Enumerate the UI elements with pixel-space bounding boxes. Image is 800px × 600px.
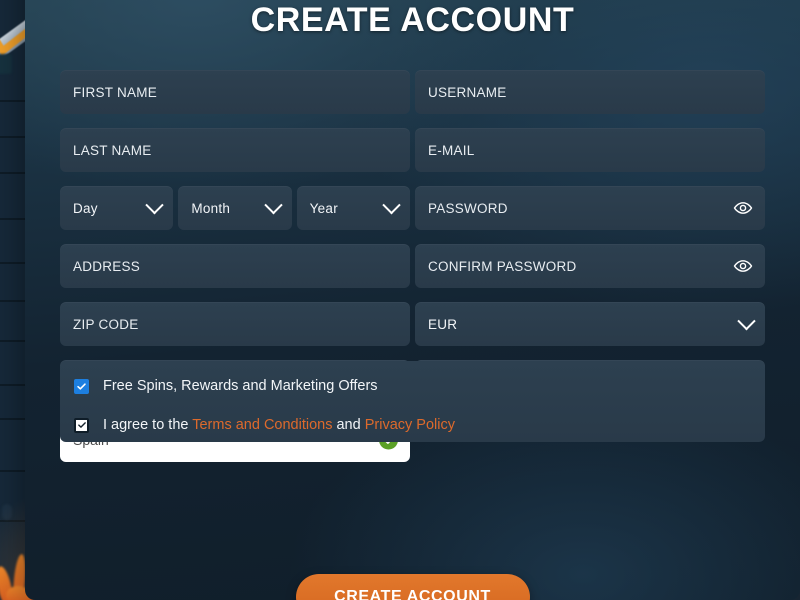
- password-field[interactable]: PASSWORD: [415, 186, 765, 230]
- create-account-button[interactable]: CREATE ACCOUNT: [295, 574, 530, 600]
- username-placeholder: USERNAME: [428, 84, 507, 100]
- email-field[interactable]: E-MAIL: [415, 128, 765, 172]
- email-placeholder: E-MAIL: [428, 142, 475, 158]
- address-placeholder: ADDRESS: [73, 258, 141, 274]
- password-placeholder: PASSWORD: [428, 200, 508, 216]
- terms-checkbox[interactable]: [74, 417, 89, 433]
- eye-icon[interactable]: [733, 198, 753, 218]
- day-select[interactable]: Day: [60, 186, 174, 230]
- create-account-modal: CREATE ACCOUNT FIRST NAME USERNAME LAST …: [25, 0, 800, 600]
- date-of-birth-group: Day Month Year: [60, 186, 410, 230]
- zip-code-placeholder: ZIP CODE: [73, 316, 139, 332]
- zip-code-field[interactable]: ZIP CODE: [60, 302, 410, 346]
- privacy-policy-link[interactable]: Privacy Policy: [365, 417, 455, 433]
- terms-middle-text: and: [332, 417, 365, 433]
- confirm-password-placeholder: CONFIRM PASSWORD: [428, 258, 577, 274]
- month-select-value: Month: [191, 200, 231, 216]
- chevron-down-icon: [382, 195, 401, 215]
- chevron-down-icon: [263, 195, 283, 215]
- first-name-placeholder: FIRST NAME: [73, 84, 158, 100]
- terms-prefix-text: I agree to the: [103, 417, 193, 433]
- terms-consent-row[interactable]: I agree to the Terms and Conditions and …: [74, 410, 751, 440]
- eye-icon[interactable]: [733, 256, 753, 276]
- last-name-placeholder: LAST NAME: [73, 142, 152, 158]
- username-field[interactable]: USERNAME: [415, 70, 765, 114]
- day-select-value: Day: [73, 200, 98, 216]
- year-select-value: Year: [309, 200, 338, 216]
- marketing-consent-label: Free Spins, Rewards and Marketing Offers: [103, 378, 378, 394]
- chevron-down-icon: [145, 195, 165, 215]
- terms-and-conditions-link[interactable]: Terms and Conditions: [192, 417, 332, 433]
- submit-area: CREATE ACCOUNT: [25, 574, 800, 600]
- marketing-consent-row[interactable]: Free Spins, Rewards and Marketing Offers: [74, 371, 751, 401]
- page-title: CREATE ACCOUNT: [250, 1, 575, 39]
- currency-select-value: EUR: [428, 316, 458, 332]
- month-select[interactable]: Month: [178, 186, 292, 230]
- terms-consent-label: I agree to the Terms and Conditions and …: [103, 417, 455, 433]
- confirm-password-field[interactable]: CONFIRM PASSWORD: [415, 244, 765, 288]
- consent-panel: Free Spins, Rewards and Marketing Offers…: [60, 361, 765, 442]
- marketing-checkbox[interactable]: [74, 378, 89, 394]
- year-select[interactable]: Year: [296, 186, 410, 230]
- first-name-field[interactable]: FIRST NAME: [60, 70, 410, 114]
- address-field[interactable]: ADDRESS: [60, 244, 410, 288]
- registration-screen: CREATE ACCOUNT FIRST NAME USERNAME LAST …: [0, 0, 800, 600]
- last-name-field[interactable]: LAST NAME: [60, 128, 410, 172]
- chevron-down-icon: [737, 311, 756, 331]
- currency-select[interactable]: EUR: [415, 302, 765, 346]
